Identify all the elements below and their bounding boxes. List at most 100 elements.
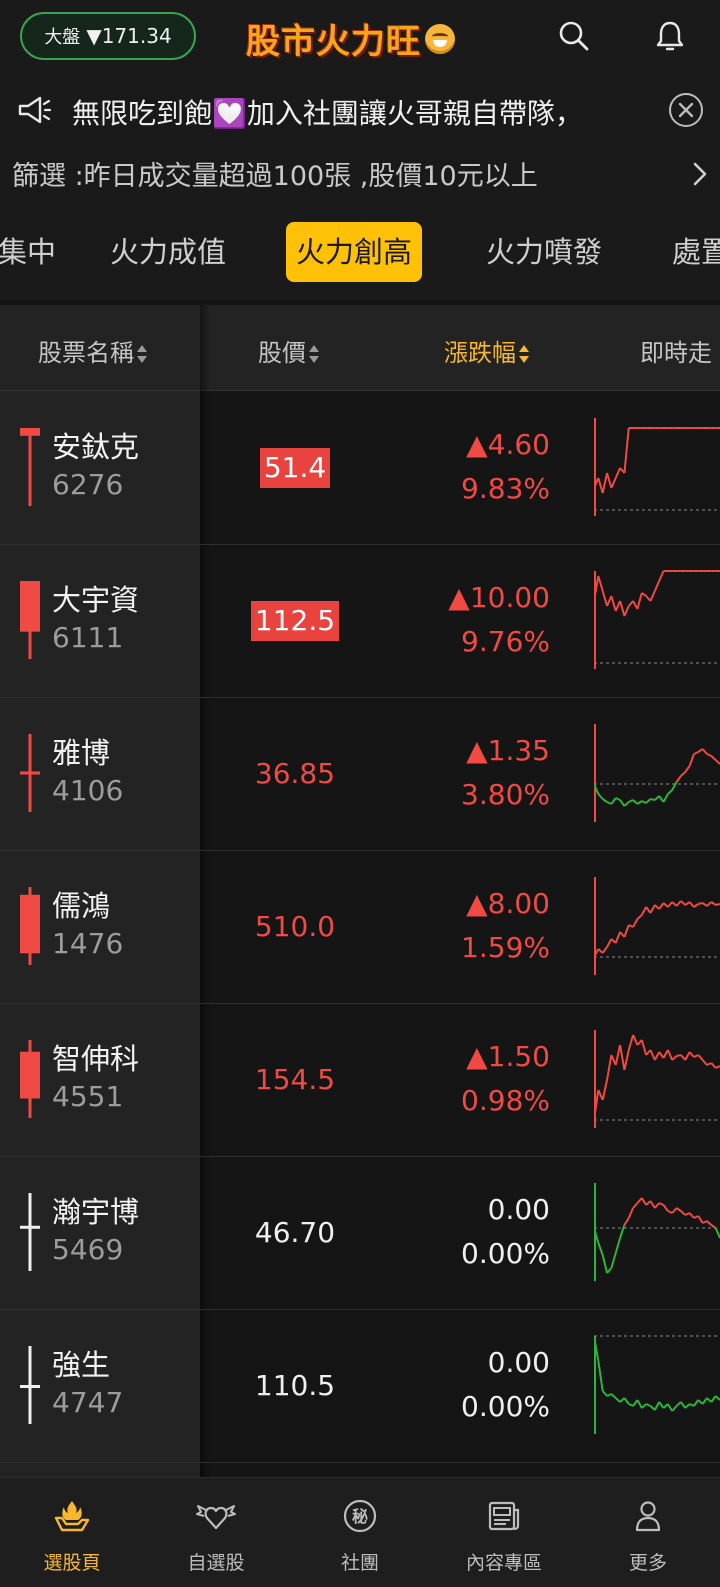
percent-change: 0.98%	[461, 1084, 550, 1117]
stock-name: 儒鴻	[52, 889, 111, 923]
column-header-name-label: 股票名稱	[38, 339, 134, 367]
percent-change: 1.59%	[461, 931, 550, 964]
nav-more[interactable]: 更多	[576, 1478, 720, 1587]
percent-change: 9.83%	[461, 472, 550, 505]
price-change: ▲8.00	[466, 887, 550, 920]
candlestick-icon	[20, 428, 40, 506]
nav-community[interactable]: 秘 社團	[288, 1478, 432, 1587]
market-index-pill[interactable]: 大盤 ▼171.34	[20, 12, 196, 60]
table-row[interactable]: 大宇資 6111 112.5 ▲10.00 9.76%	[0, 545, 720, 698]
stock-name: 安鈦克	[52, 430, 140, 464]
price-change: 0.00	[487, 1346, 550, 1379]
price-change: ▲1.35	[466, 734, 550, 767]
secret-badge-icon: 秘	[343, 1499, 377, 1533]
nav-content[interactable]: 內容專區	[432, 1478, 576, 1587]
tab-disposal[interactable]: 處置	[662, 222, 720, 282]
percent-change: 9.76%	[461, 625, 550, 658]
stock-name: 強生	[52, 1348, 111, 1382]
market-value: ▼171.34	[86, 24, 172, 48]
price-change: 0.00	[487, 1193, 550, 1226]
chevron-right-icon[interactable]	[690, 158, 710, 190]
stock-name: 雅博	[52, 736, 111, 770]
stock-code: 1476	[52, 927, 124, 960]
percent-change: 3.80%	[461, 778, 550, 811]
percent-change: 0.00%	[461, 1390, 550, 1423]
stock-name: 智伸科	[52, 1042, 140, 1076]
column-header-change-label: 漲跌幅	[444, 339, 516, 367]
table-row[interactable]: 安鈦克 6276 51.4 ▲4.60 9.83%	[0, 392, 720, 545]
stock-price: 36.85	[200, 754, 390, 794]
stock-price: 110.5	[200, 1366, 390, 1406]
stock-name: 大宇資	[52, 583, 140, 617]
column-header-price-label: 股價	[258, 339, 306, 367]
winged-heart-icon	[196, 1505, 236, 1530]
stock-price: 46.70	[200, 1213, 390, 1253]
percent-change: 0.00%	[461, 1237, 550, 1270]
stock-price-value: 112.5	[250, 601, 340, 641]
candlestick-icon	[20, 1040, 40, 1118]
stock-price-value: 154.5	[254, 1063, 336, 1096]
newspaper-icon	[488, 1501, 520, 1531]
candlestick-icon	[20, 1346, 40, 1424]
table-row[interactable]: 瀚宇博 5469 46.70 0.00 0.00%	[0, 1157, 720, 1310]
candlestick-icon	[20, 887, 40, 965]
market-label: 大盤	[44, 27, 81, 48]
stock-price-value: 510.0	[254, 910, 336, 943]
price-change: ▲10.00	[448, 581, 550, 614]
svg-text:秘: 秘	[352, 1507, 368, 1526]
nav-label: 內容專區	[465, 1552, 542, 1574]
person-icon	[635, 1501, 661, 1532]
stock-code: 5469	[52, 1233, 124, 1266]
tab-fire-value[interactable]: 火力成值	[100, 222, 236, 282]
column-header-realtime[interactable]: 即時走	[640, 333, 712, 368]
column-header-price[interactable]: 股價	[258, 333, 320, 368]
table-row[interactable]: 智伸科 4551 154.5 ▲1.50 0.98%	[0, 1004, 720, 1157]
realtime-sparkline	[594, 1030, 720, 1128]
stock-code: 6276	[52, 468, 124, 501]
column-header-realtime-label: 即時走	[640, 339, 712, 367]
table-row[interactable]: 雅博 4106 36.85 ▲1.35 3.80%	[0, 698, 720, 851]
filter-bar[interactable]: 篩選 :昨日成交量超過100張 ,股價10元以上	[0, 144, 720, 204]
tab-fire-burst[interactable]: 火力噴發	[476, 222, 612, 282]
sort-icon	[308, 344, 320, 364]
realtime-sparkline	[594, 1335, 720, 1434]
stock-price: 510.0	[200, 907, 390, 947]
realtime-sparkline	[594, 1183, 720, 1281]
tab-concentrated[interactable]: 集中	[0, 222, 66, 282]
stock-price-value: 46.70	[254, 1216, 336, 1249]
tab-fire-new-high[interactable]: 火力創高	[286, 222, 423, 282]
nav-watchlist[interactable]: 自選股	[144, 1478, 288, 1587]
column-header-change[interactable]: 漲跌幅	[444, 333, 530, 368]
stock-code: 4747	[52, 1386, 124, 1419]
table-row[interactable]: 儒鴻 1476 510.0 ▲8.00 1.59%	[0, 851, 720, 1004]
table-row[interactable]: 強生 4747 110.5 0.00 0.00%	[0, 1310, 720, 1463]
hand-flame-icon	[54, 1501, 90, 1532]
realtime-sparkline	[594, 724, 720, 822]
table-header: 股票名稱 股價 漲跌幅 即時走	[0, 305, 720, 391]
announcement-bar[interactable]: 無限吃到飽💟加入社團讓火哥親自帶隊，	[0, 76, 720, 144]
nav-stock-picker[interactable]: 選股頁	[0, 1478, 144, 1587]
nav-label: 社團	[340, 1552, 379, 1574]
close-icon[interactable]	[668, 92, 704, 128]
search-icon[interactable]	[556, 18, 592, 54]
grin-face-icon	[425, 23, 455, 54]
category-tabs: 集中 火力成值 火力創高 火力噴發 處置	[0, 204, 720, 300]
candlestick-icon	[20, 581, 40, 659]
column-header-name[interactable]: 股票名稱	[38, 333, 148, 368]
stock-code: 4551	[52, 1080, 124, 1113]
stock-code: 6111	[52, 621, 124, 654]
stock-price-value: 36.85	[254, 757, 336, 790]
nav-label: 更多	[628, 1552, 667, 1574]
price-change: ▲4.60	[466, 428, 550, 461]
stock-price-value: 51.4	[259, 448, 331, 488]
stock-code: 4106	[52, 774, 124, 807]
sort-icon	[136, 344, 148, 364]
price-change: ▲1.50	[466, 1040, 550, 1073]
realtime-sparkline	[594, 418, 720, 516]
bell-icon[interactable]	[652, 18, 688, 54]
stock-price: 154.5	[200, 1060, 390, 1100]
app-header: 大盤 ▼171.34 股市火力旺	[0, 0, 720, 76]
bottom-navigation: 選股頁 自選股 秘 社團 內容專區 更多	[0, 1477, 720, 1587]
nav-label: 選股頁	[43, 1552, 101, 1574]
speaker-icon	[18, 96, 52, 124]
